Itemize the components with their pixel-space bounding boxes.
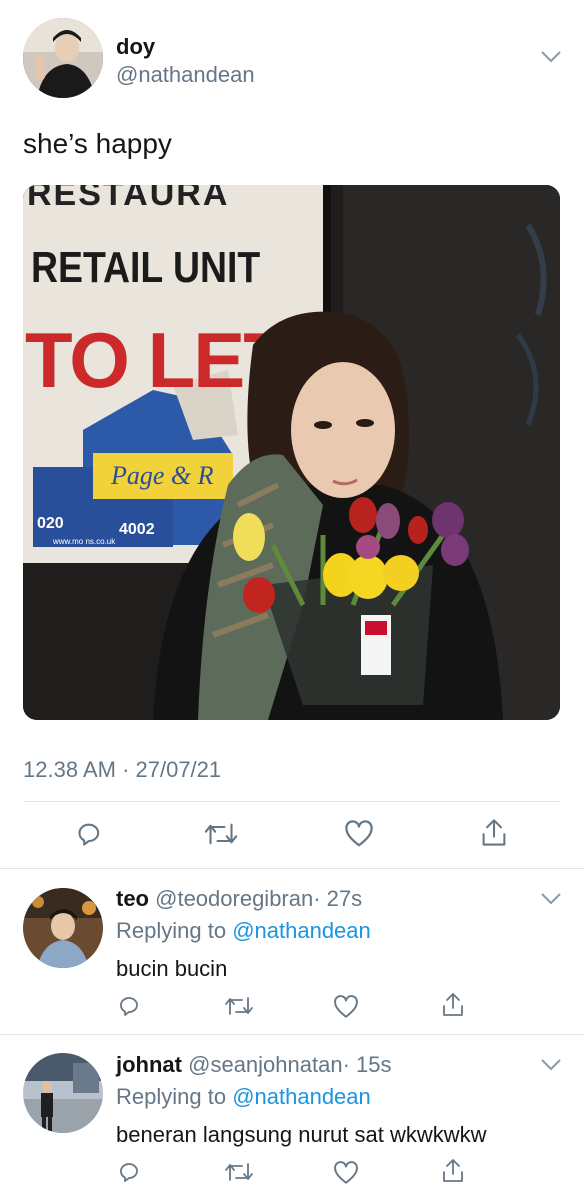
chevron-down-icon[interactable] — [540, 1058, 562, 1072]
replying-to-link[interactable]: @nathandean — [232, 1084, 371, 1109]
share-icon[interactable] — [441, 1158, 465, 1184]
reply-text: beneran langsung nurut sat wkwkwkw — [116, 1122, 487, 1147]
author-name[interactable]: doy — [116, 34, 155, 60]
retweet-icon[interactable] — [203, 820, 239, 848]
reply-icon[interactable] — [118, 1160, 142, 1184]
chevron-down-icon[interactable] — [540, 50, 562, 64]
tweet-timestamp[interactable]: 12.38 AM · 27/07/21 — [23, 757, 221, 783]
reply-icon[interactable] — [118, 994, 142, 1018]
divider — [0, 1034, 584, 1035]
reply-avatar[interactable] — [23, 1053, 103, 1133]
share-icon[interactable] — [480, 818, 508, 848]
reply-time: · 27s — [313, 886, 363, 911]
author-handle[interactable]: @nathandean — [116, 62, 255, 88]
tweet-text: she’s happy — [23, 128, 172, 159]
reply-text: bucin bucin — [116, 956, 228, 981]
replying-to-link[interactable]: @nathandean — [232, 918, 371, 943]
replying-to-label: Replying to — [116, 918, 227, 943]
heart-icon[interactable] — [344, 820, 374, 848]
retweet-icon[interactable] — [224, 1160, 254, 1184]
author-avatar[interactable] — [23, 18, 103, 98]
reply-time: · 15s — [342, 1052, 392, 1077]
retweet-icon[interactable] — [224, 994, 254, 1018]
chevron-down-icon[interactable] — [540, 892, 562, 906]
heart-icon[interactable] — [333, 1161, 359, 1185]
replying-to-label: Replying to — [116, 1084, 227, 1109]
reply-author-handle[interactable]: @seanjohnatan — [188, 1052, 342, 1077]
reply-avatar[interactable] — [23, 888, 103, 968]
share-icon[interactable] — [441, 992, 465, 1018]
reply-author-name[interactable]: johnat — [116, 1052, 182, 1077]
tweet-photo[interactable]: RESTAURA RETAIL UNIT TO LET Page & R 020… — [23, 185, 560, 720]
reply-icon[interactable] — [76, 820, 104, 848]
reply-author-name[interactable]: teo — [116, 886, 149, 911]
divider — [23, 801, 560, 802]
divider — [0, 868, 584, 869]
heart-icon[interactable] — [333, 995, 359, 1019]
reply-author-handle[interactable]: @teodoregibran — [155, 886, 313, 911]
